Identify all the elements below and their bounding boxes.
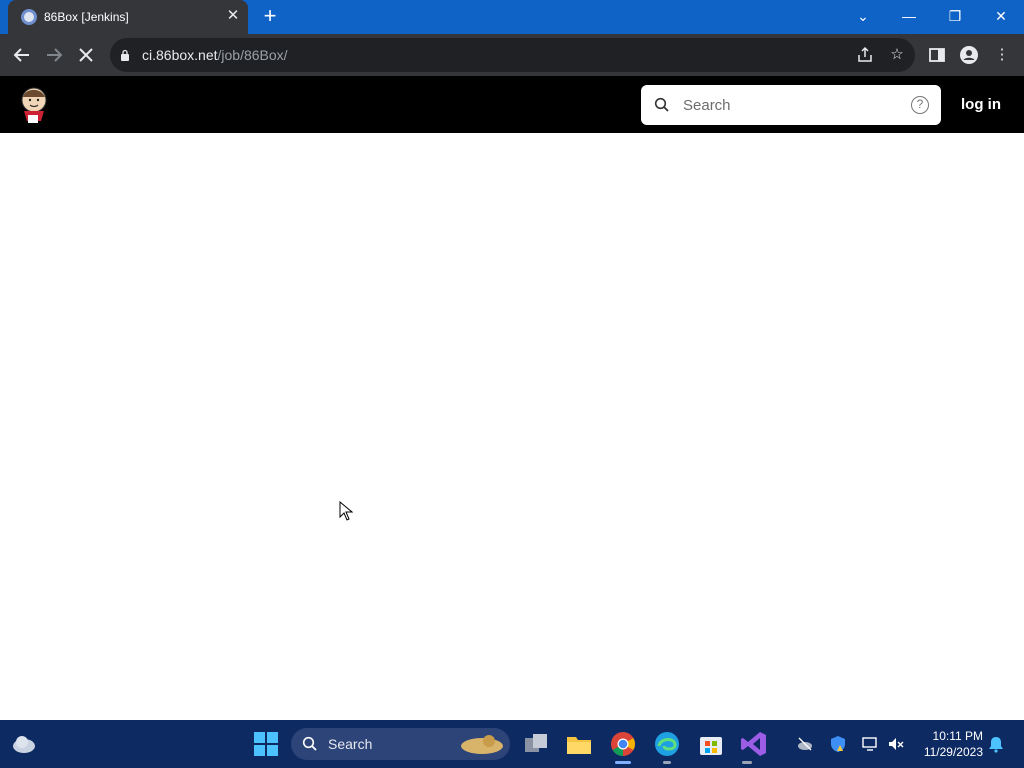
share-icon[interactable]: [856, 46, 874, 64]
tab-close-icon[interactable]: ✕: [224, 7, 242, 25]
side-panel-icon[interactable]: [927, 45, 947, 65]
network-icon[interactable]: [861, 735, 879, 753]
jenkins-header: ? log in: [0, 76, 1024, 133]
edge-icon[interactable]: [653, 730, 681, 758]
tab-title: 86Box [Jenkins]: [44, 10, 129, 24]
address-bar[interactable]: ci.86box.net/job/86Box/ ☆: [110, 38, 915, 72]
login-link[interactable]: log in: [961, 96, 1001, 113]
arrow-left-icon: [13, 48, 29, 62]
file-explorer-icon[interactable]: [565, 730, 593, 758]
chrome-icon[interactable]: [609, 730, 637, 758]
search-icon: [654, 97, 669, 112]
jenkins-butler-icon: [21, 87, 47, 123]
chrome-active-indicator: [615, 761, 631, 764]
minimize-button[interactable]: —: [894, 5, 924, 27]
taskbar-search-label: Search: [328, 736, 373, 752]
bookmark-star-icon[interactable]: ☆: [888, 46, 906, 64]
lock-icon: [121, 49, 129, 61]
taskbar-search-box[interactable]: Search: [291, 728, 510, 760]
browser-tab-active[interactable]: 86Box [Jenkins] ✕: [8, 0, 248, 34]
close-window-button[interactable]: ✕: [986, 5, 1016, 27]
clock-date: 11/29/2023: [923, 745, 983, 759]
close-icon: [79, 48, 93, 62]
mouse-cursor-icon: [339, 501, 353, 521]
windows-start-icon[interactable]: [252, 730, 280, 758]
weather-widget-icon[interactable]: [10, 730, 38, 758]
browser-titlebar: 86Box [Jenkins] ✕ + ⌄ — ❐ ✕: [0, 0, 1024, 34]
vs-running-indicator: [742, 761, 752, 764]
profile-icon[interactable]: [959, 45, 979, 65]
browser-toolbar: ci.86box.net/job/86Box/ ☆ ⋮: [0, 34, 1024, 76]
task-view-icon[interactable]: [522, 730, 550, 758]
help-icon[interactable]: ?: [911, 96, 929, 114]
stop-loading-button[interactable]: [74, 43, 98, 67]
search-icon: [302, 736, 317, 751]
system-clock[interactable]: 10:11 PM 11/29/2023: [915, 728, 983, 760]
arrow-right-icon: [47, 48, 63, 62]
forward-button[interactable]: [42, 43, 66, 67]
volume-muted-icon[interactable]: [887, 735, 905, 753]
url-path: /job/86Box/: [217, 47, 288, 63]
tab-search-button[interactable]: ⌄: [848, 5, 878, 27]
jenkins-search-input[interactable]: [683, 85, 893, 125]
url-host: ci.86box.net: [142, 47, 218, 63]
edge-running-indicator: [663, 761, 671, 764]
visual-studio-icon[interactable]: [740, 730, 768, 758]
jenkins-favicon-icon: [21, 9, 37, 25]
onedrive-offline-icon[interactable]: [796, 735, 814, 753]
windows-taskbar: Search 10:11 PM 11/29/2023: [0, 720, 1024, 768]
jenkins-search-box[interactable]: ?: [641, 85, 941, 125]
back-button[interactable]: [10, 43, 34, 67]
jenkins-logo[interactable]: [18, 85, 50, 125]
url-text[interactable]: ci.86box.net/job/86Box/: [142, 47, 288, 63]
clock-time: 10:11 PM: [932, 729, 983, 743]
page-content: [0, 133, 1024, 720]
kebab-menu-icon[interactable]: ⋮: [992, 45, 1012, 65]
microsoft-store-icon[interactable]: [697, 730, 725, 758]
restore-button[interactable]: ❐: [940, 5, 970, 27]
notification-bell-icon[interactable]: [987, 735, 1005, 753]
security-warning-icon[interactable]: [829, 735, 847, 753]
search-highlight-image: [461, 735, 503, 754]
new-tab-button[interactable]: +: [258, 5, 282, 29]
